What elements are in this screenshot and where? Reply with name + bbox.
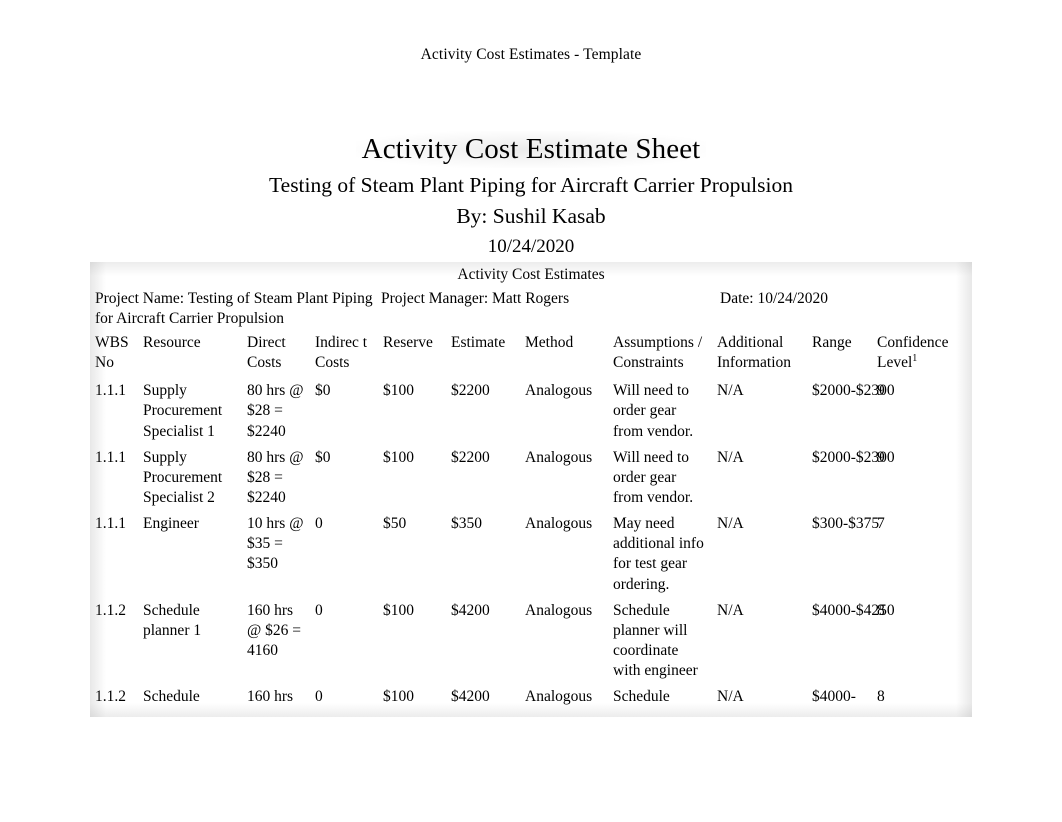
project-manager-field: Project Manager: Matt Rogers: [381, 290, 570, 307]
cell-estimate: $2200: [451, 382, 490, 400]
cell-confidence-level: 7: [877, 515, 885, 533]
cell-reserve: $100: [383, 601, 414, 619]
footnote-marker: 1: [912, 352, 918, 364]
column-header-confidence-level: Confidence Level1: [872, 330, 972, 378]
cell-resource: Schedule planner 1: [143, 601, 202, 639]
cell-range: $4000-: [812, 688, 856, 706]
cell-reserve: $100: [383, 688, 414, 706]
table-header-row: WBS No Resource Direct Costs Indirec t C…: [90, 330, 972, 378]
cell-assumptions: Schedule: [613, 688, 670, 706]
cell-reserve: $100: [383, 382, 414, 400]
cell-assumptions: May need additional info for test gear o…: [613, 515, 704, 593]
column-header-range: Range: [812, 334, 852, 351]
cell-direct-costs: 10 hrs @ $35 = $350: [247, 515, 304, 573]
project-name-field: Project Name: Testing of Steam Plant Pip…: [95, 290, 373, 327]
column-header-additional-information: Additional Information: [717, 334, 792, 372]
cell-wbs-no: 1.1.1: [95, 382, 126, 400]
cell-additional-information: N/A: [717, 688, 744, 706]
cell-wbs-no: 1.1.1: [95, 515, 126, 533]
cell-estimate: $350: [451, 515, 482, 533]
table-row: 1.1.1 Engineer 10 hrs @ $35 = $350 0 $50 $350…: [90, 511, 972, 598]
document-page: Activity Cost Estimates - Template Activ…: [0, 0, 1062, 822]
cell-indirect-costs: 0: [315, 515, 323, 533]
cell-range: $2000-$2300: [812, 382, 895, 400]
cell-method: Analogous: [525, 515, 593, 533]
table-row: 1.1.1 Supply Procurement Specialist 1 80 h…: [90, 378, 972, 444]
column-header-assumptions: Assumptions / Constraints: [613, 334, 703, 372]
column-header-method: Method: [525, 334, 574, 351]
cell-estimate: $4200: [451, 688, 490, 706]
cell-range: $2000-$2300: [812, 448, 895, 466]
cell-resource: Supply Procurement Specialist 2: [143, 448, 223, 506]
cell-reserve: $100: [383, 448, 414, 466]
cell-additional-information: N/A: [717, 382, 744, 400]
table-body: 1.1.1 Supply Procurement Specialist 1 80 h…: [90, 378, 972, 710]
cell-estimate: $2200: [451, 448, 490, 466]
cell-additional-information: N/A: [717, 448, 744, 466]
cell-method: Analogous: [525, 688, 593, 706]
activity-cost-estimates-table: WBS No Resource Direct Costs Indirec t C…: [90, 330, 972, 710]
activity-cost-estimates-table-object: Activity Cost Estimates Project Name: Te…: [90, 262, 972, 717]
project-date-field: Date: 10/24/2020: [720, 290, 829, 307]
column-header-estimate: Estimate: [451, 334, 506, 351]
running-header: Activity Cost Estimates - Template: [420, 46, 642, 63]
table-row: 1.1.2 Schedule planner 1 160 hrs @ $26 = 4…: [90, 598, 972, 685]
cell-resource: Supply Procurement Specialist 1: [143, 382, 223, 440]
cell-resource: Engineer: [143, 515, 199, 533]
table-row: 1.1.1 Supply Procurement Specialist 2 80 h…: [90, 445, 972, 511]
author-line: By: Sushil Kasab: [456, 204, 606, 229]
column-header-reserve: Reserve: [383, 334, 433, 351]
cell-method: Analogous: [525, 382, 593, 400]
document-date: 10/24/2020: [487, 235, 575, 257]
cell-range: $300-$375: [812, 515, 880, 533]
cell-indirect-costs: $0: [315, 448, 331, 466]
cell-wbs-no: 1.1.2: [95, 601, 126, 619]
cell-direct-costs: 160 hrs: [247, 688, 294, 706]
cell-reserve: $50: [383, 515, 407, 533]
cell-indirect-costs: $0: [315, 382, 331, 400]
cell-direct-costs: 80 hrs @ $28 = $2240: [247, 448, 304, 506]
title-block: Activity Cost Estimate Sheet Testing of …: [0, 131, 1062, 260]
cell-method: Analogous: [525, 601, 593, 619]
cell-method: Analogous: [525, 448, 593, 466]
cell-additional-information: N/A: [717, 515, 744, 533]
cell-additional-information: N/A: [717, 601, 744, 619]
cell-direct-costs: 160 hrs @ $26 = 4160: [247, 601, 302, 659]
column-header-direct-costs: Direct Costs: [247, 334, 286, 372]
cell-confidence-level: 8: [877, 688, 885, 706]
cell-assumptions: Will need to order gear from vendor.: [613, 382, 694, 440]
page-subtitle: Testing of Steam Plant Piping for Aircra…: [269, 173, 793, 198]
table-row: 1.1.2 Schedule 160 hrs 0 $100 $4200 Analogous S…: [90, 684, 972, 710]
page-title: Activity Cost Estimate Sheet: [355, 131, 707, 169]
cell-indirect-costs: 0: [315, 601, 323, 619]
cell-direct-costs: 80 hrs @ $28 = $2240: [247, 382, 304, 440]
column-header-wbs-no: WBS No: [95, 334, 129, 372]
column-header-indirect-costs: Indirec t Costs: [315, 334, 368, 372]
cell-resource: Schedule: [143, 688, 200, 706]
cell-indirect-costs: 0: [315, 688, 323, 706]
cell-estimate: $4200: [451, 601, 490, 619]
column-header-resource: Resource: [143, 334, 201, 351]
cell-wbs-no: 1.1.1: [95, 448, 126, 466]
cell-wbs-no: 1.1.2: [95, 688, 126, 706]
cell-assumptions: Schedule planner will coordinate with en…: [613, 601, 698, 680]
cell-assumptions: Will need to order gear from vendor.: [613, 448, 694, 506]
cell-range: $4000-$4250: [812, 601, 895, 619]
table-caption: Activity Cost Estimates: [457, 266, 605, 283]
